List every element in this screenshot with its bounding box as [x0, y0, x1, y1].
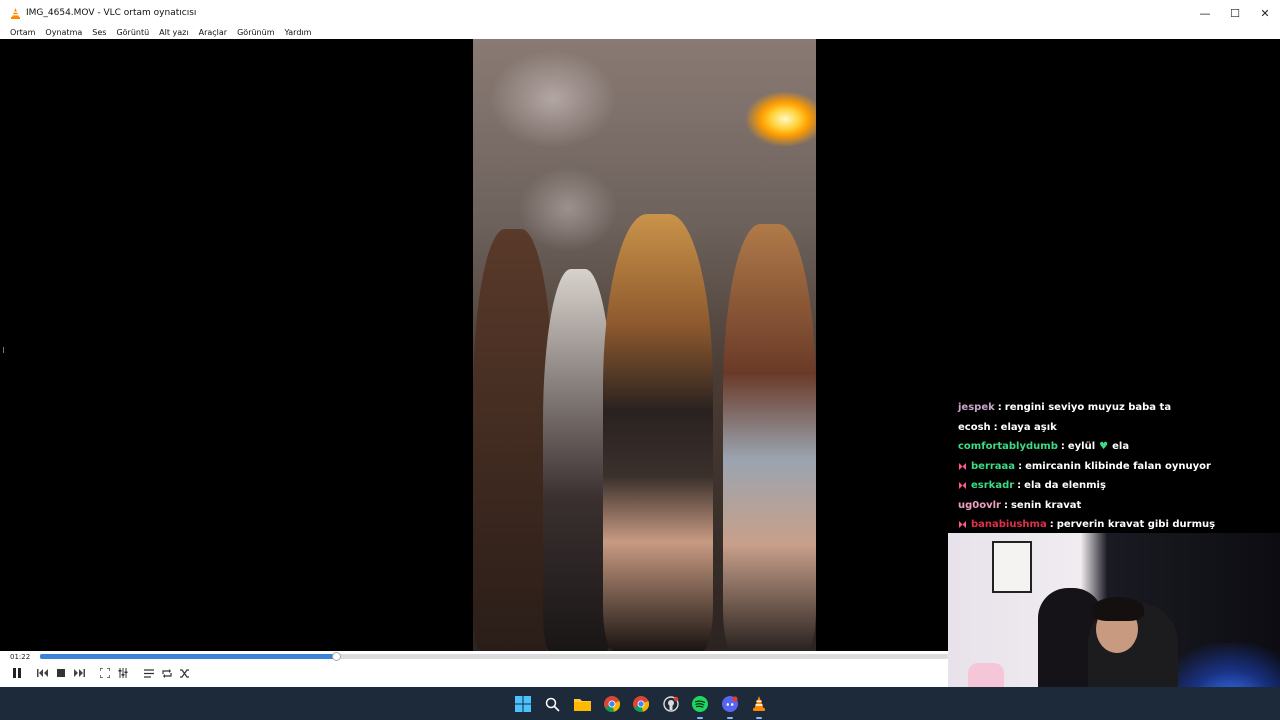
chat-text: emircanin klibinde falan oynuyor [1025, 460, 1211, 472]
chat-username: ecosh [958, 421, 991, 433]
performer-right [723, 224, 816, 651]
extended-settings-button[interactable] [114, 665, 132, 681]
subscriber-badge-icon [958, 520, 967, 529]
discord-icon[interactable] [719, 693, 741, 719]
github-icon[interactable] [660, 693, 682, 715]
chat-message: jespek: rengini seviyo muyuz baba ta [958, 402, 1172, 414]
green-heart-icon: ♥ [1099, 441, 1109, 453]
stream-chat: jespek: rengini seviyo muyuz baba ta ecos… [958, 398, 1258, 535]
pause-icon [13, 668, 21, 678]
taskbar [0, 687, 1280, 720]
stop-icon [57, 669, 65, 677]
resize-handle[interactable] [3, 347, 4, 353]
chat-message: ecosh: elaya aşık [958, 421, 1057, 433]
performer-center [603, 214, 713, 651]
search-icon[interactable] [542, 693, 564, 715]
fullscreen-icon [100, 668, 110, 678]
title-bar[interactable]: IMG_4654.MOV - VLC ortam oynatıcısı — ☐ … [0, 0, 1280, 26]
seek-bar[interactable] [40, 652, 948, 661]
window-controls: — ☐ ✕ [1190, 0, 1280, 26]
chrome-icon[interactable] [601, 693, 623, 715]
chat-text: ela da elenmiş [1024, 480, 1106, 492]
control-buttons [8, 665, 194, 681]
chat-text: rengini seviyo muyuz baba ta [1004, 402, 1172, 414]
stop-button[interactable] [52, 665, 70, 681]
menu-ses[interactable]: Ses [92, 28, 106, 37]
seek-handle[interactable] [332, 652, 341, 661]
chat-text: senin kravat [1010, 499, 1082, 511]
loop-icon [162, 668, 172, 678]
menu-gorunum[interactable]: Görünüm [237, 28, 274, 37]
menu-alt-yazi[interactable]: Alt yazı [159, 28, 188, 37]
chat-username: comfortablydumb [958, 441, 1058, 453]
skip-forward-icon [74, 669, 85, 677]
desktop: IMG_4654.MOV - VLC ortam oynatıcısı — ☐ … [0, 0, 1280, 720]
streamer-hair [1092, 597, 1144, 621]
shuffle-button[interactable] [176, 665, 194, 681]
window-title: IMG_4654.MOV - VLC ortam oynatıcısı [26, 8, 197, 18]
file-explorer-icon[interactable] [571, 693, 593, 715]
loop-button[interactable] [158, 665, 176, 681]
menu-araclar[interactable]: Araçlar [199, 28, 227, 37]
elapsed-time: 01:22 [10, 653, 31, 661]
chat-text: ela [1112, 441, 1130, 453]
previous-button[interactable] [34, 665, 52, 681]
playlist-icon [144, 668, 154, 678]
minimize-button[interactable]: — [1190, 0, 1220, 26]
skip-back-icon [37, 669, 48, 677]
pause-button[interactable] [8, 665, 26, 681]
next-button[interactable] [70, 665, 88, 681]
menu-yardim[interactable]: Yardım [284, 28, 311, 37]
chat-message: banabiushma: perverin kravat gibi durmuş [958, 515, 1258, 535]
video-frame[interactable] [473, 39, 816, 651]
close-button[interactable]: ✕ [1250, 0, 1280, 26]
wall-poster [992, 541, 1032, 593]
vlc-icon[interactable] [748, 693, 770, 719]
chat-username: berraaa [971, 460, 1016, 472]
equalizer-icon [118, 668, 128, 678]
performer-left [473, 229, 553, 651]
seek-progress [40, 654, 336, 659]
chat-username: banabiushma [971, 519, 1047, 531]
player-controls: 01:22 [0, 651, 948, 687]
vlc-cone-icon [10, 7, 21, 19]
fullscreen-button[interactable] [96, 665, 114, 681]
chrome-profile-icon[interactable] [630, 693, 652, 715]
chat-message: esrkadr: ela da elenmiş [958, 476, 1258, 496]
subscriber-badge-icon [958, 481, 967, 490]
chat-text: perverin kravat gibi durmuş [1056, 519, 1216, 531]
windows-start-icon[interactable] [512, 693, 534, 715]
chat-message: comfortablydumb: eylül ♥ ela [958, 441, 1130, 453]
chat-message: berraaa: emircanin klibinde falan oynuyor [958, 457, 1258, 477]
chat-text: eylül [1067, 441, 1096, 453]
menu-goruntu[interactable]: Görüntü [116, 28, 149, 37]
chat-username: ug0ovlr [958, 499, 1001, 511]
menu-oynatma[interactable]: Oynatma [45, 28, 82, 37]
chat-message: ug0ovlr: senin kravat [958, 499, 1082, 511]
taskbar-apps [512, 693, 778, 719]
menu-bar: Ortam Oynatma Ses Görüntü Alt yazı Araçl… [0, 26, 1280, 39]
playlist-button[interactable] [140, 665, 158, 681]
chat-username: esrkadr [971, 480, 1015, 492]
menu-ortam[interactable]: Ortam [10, 28, 35, 37]
shuffle-icon [180, 668, 189, 678]
maximize-button[interactable]: ☐ [1220, 0, 1250, 26]
spotify-icon[interactable] [689, 693, 711, 719]
chat-username: jespek [958, 402, 995, 414]
subscriber-badge-icon [958, 462, 967, 471]
chat-text: elaya aşık [1000, 421, 1057, 433]
